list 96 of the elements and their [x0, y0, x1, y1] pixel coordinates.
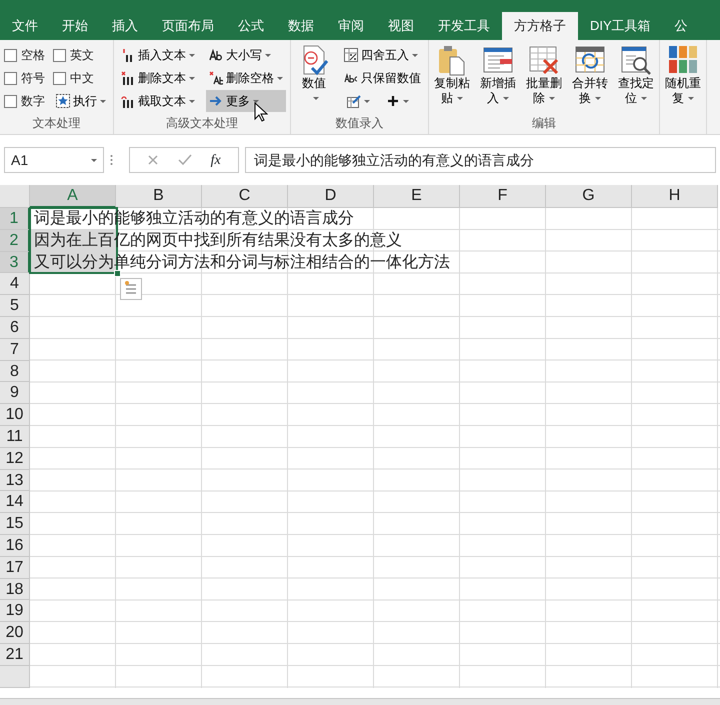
checkbox-label: 符号 [21, 70, 45, 87]
checkbox[interactable] [53, 48, 66, 62]
ribbon-button[interactable]: 四舍五入 [341, 44, 424, 66]
grip-icon [110, 154, 113, 166]
row-header[interactable]: 9 [0, 382, 30, 404]
checkbox-label: 数字 [21, 93, 45, 110]
ribbon-button[interactable]: 截取文本 [118, 90, 198, 112]
caret-icon [91, 158, 97, 162]
group-label: 高级文本处理 [165, 115, 239, 132]
ribbon-button[interactable]: 大小写 [206, 44, 286, 66]
column-header[interactable]: C [202, 185, 288, 208]
ribbon-tab[interactable]: 视图 [376, 12, 426, 40]
column-header[interactable]: F [460, 185, 546, 208]
group-label: 编辑 [531, 115, 557, 132]
row-header[interactable]: 15 [0, 513, 30, 535]
row-header[interactable]: 10 [0, 404, 30, 426]
ribbon-tab[interactable]: 方方格子 [502, 12, 578, 40]
ribbon-tab[interactable]: 插入 [100, 12, 150, 40]
ribbon-button[interactable]: 执行 [53, 90, 109, 112]
find-icon [620, 44, 652, 76]
ribbon-button[interactable]: 新增插入 [479, 44, 517, 106]
fill-handle[interactable] [114, 270, 121, 278]
extract-text-icon [121, 94, 135, 108]
checkbox-label: 英文 [70, 47, 94, 64]
checkbox[interactable] [4, 94, 17, 108]
ribbon-tab[interactable]: 文件 [0, 12, 50, 40]
ribbon-button[interactable]: 删除空格 [206, 67, 286, 89]
ribbon-button[interactable]: 更多 [206, 90, 286, 112]
group-label: 数值录入 [334, 115, 384, 132]
ribbon-tab[interactable]: DIY工具箱 [578, 12, 663, 40]
row-header[interactable]: 19 [0, 600, 30, 622]
delete-text-icon [121, 71, 135, 85]
column-header[interactable]: D [288, 185, 374, 208]
ribbon-button[interactable]: 合并转换 [571, 44, 609, 106]
column-header[interactable]: H [632, 185, 718, 208]
ribbon-button[interactable]: 只保留数值 [341, 67, 424, 89]
color-tiles-icon [667, 44, 699, 76]
delete-space-icon [209, 71, 223, 85]
ribbon-button[interactable]: 数值 [295, 44, 333, 106]
row-header[interactable]: 13 [0, 470, 30, 492]
column-header[interactable]: G [546, 185, 632, 208]
ribbon-tab[interactable]: 页面布局 [150, 12, 226, 40]
mouse-cursor-icon [254, 102, 268, 122]
insert-text-icon [121, 48, 135, 62]
row-header[interactable]: 16 [0, 534, 30, 557]
row-header[interactable]: 7 [0, 338, 30, 361]
keep-numbers-icon [344, 71, 358, 85]
check-icon [178, 154, 192, 166]
checkbox[interactable] [4, 72, 17, 84]
ribbon-button[interactable]: 复制粘贴 [433, 44, 471, 106]
row-header[interactable]: 18 [0, 578, 30, 600]
column-header[interactable]: B [116, 185, 202, 208]
ribbon-tab[interactable]: 开发工具 [426, 12, 502, 40]
round-number-icon [344, 48, 358, 62]
row-header[interactable]: 2 [0, 230, 30, 252]
row-header[interactable]: 8 [0, 360, 30, 382]
row-header[interactable]: 5 [0, 295, 30, 317]
formula-field[interactable]: 词是最小的能够独立活动的有意义的语言成分 [245, 147, 716, 173]
plus-icon [386, 94, 400, 108]
name-box[interactable]: A1 [4, 147, 104, 173]
edit-table-icon [347, 94, 361, 108]
ribbon-tab[interactable]: 开始 [50, 12, 100, 40]
close-icon [147, 154, 160, 166]
row-header[interactable]: 17 [0, 556, 30, 579]
ribbon-button[interactable]: 批量删除 [525, 44, 563, 106]
row-header[interactable]: 14 [0, 491, 30, 514]
delete-grid-icon [528, 44, 560, 76]
column-header[interactable]: E [374, 185, 460, 208]
letter-case-icon [209, 48, 223, 62]
row-header[interactable]: 6 [0, 316, 30, 339]
ribbon-button[interactable]: 随机重复 [664, 44, 702, 106]
ribbon-button[interactable]: 插入文本 [118, 44, 198, 66]
row-header[interactable]: 21 [0, 644, 30, 666]
ribbon-button[interactable]: 查找定位 [617, 44, 655, 106]
row-header[interactable]: 20 [0, 622, 30, 644]
ribbon-tab[interactable]: 公 [662, 12, 700, 40]
row-header[interactable]: 3 [0, 252, 30, 274]
ribbon-tab[interactable]: 数据 [276, 12, 326, 40]
column-header[interactable]: A [30, 185, 116, 208]
insert-function-button[interactable]: fx [210, 150, 221, 170]
cell-grid[interactable] [30, 208, 720, 688]
checkbox[interactable] [4, 48, 17, 62]
star-icon [56, 94, 70, 108]
checkbox-label: 空格 [21, 47, 45, 64]
ribbon-tab[interactable]: 审阅 [326, 12, 376, 40]
checkbox-label: 中文 [70, 70, 94, 87]
ribbon-tab[interactable]: 公式 [226, 12, 276, 40]
row-header[interactable]: 1 [0, 208, 30, 230]
arrow-icon [209, 94, 223, 108]
quick-analysis-icon[interactable] [120, 278, 142, 300]
ribbon-button[interactable]: 删除文本 [118, 67, 198, 89]
checkbox[interactable] [53, 72, 66, 84]
group-label: 文本处理 [32, 115, 82, 132]
row-header[interactable]: 12 [0, 448, 30, 470]
row-header[interactable]: 11 [0, 426, 30, 448]
row-header[interactable]: 4 [0, 273, 30, 296]
